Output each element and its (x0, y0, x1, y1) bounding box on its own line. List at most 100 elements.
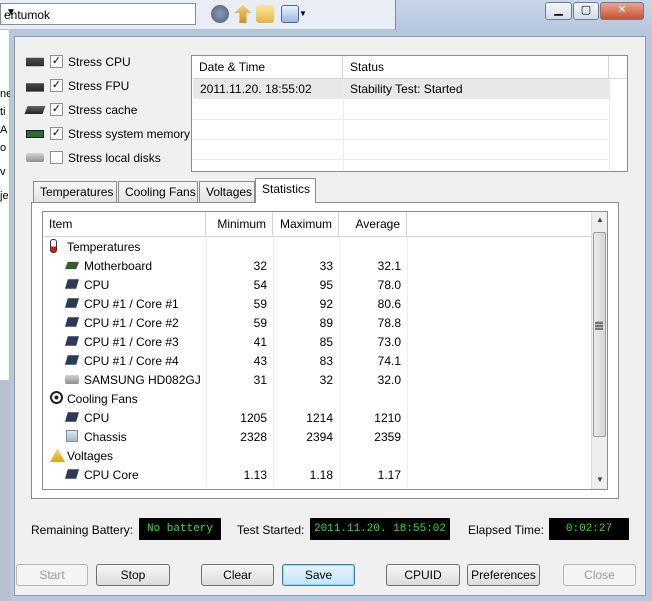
hard-disk-icon (65, 375, 79, 384)
scrollbar-grip-icon: ▬ ▬ ▬ (595, 317, 603, 332)
chevron-down-icon[interactable]: ▼ (4, 7, 18, 21)
log-header-datetime[interactable]: Date & Time (192, 56, 343, 79)
scroll-down-arrow-icon[interactable]: ▼ (592, 472, 608, 488)
save-button[interactable]: Save (282, 564, 355, 586)
stats-item-label: CPU Core (84, 468, 139, 482)
stats-group-label: Temperatures (67, 240, 141, 254)
stats-item-row[interactable]: Chassis 2328 2394 2359 (43, 427, 593, 446)
cpu-icon (65, 412, 79, 422)
close-button[interactable]: Close (563, 564, 636, 586)
stats-avg-value: 73.0 (377, 335, 401, 349)
memory-module-icon (26, 130, 44, 138)
stats-header-maximum[interactable]: Maximum (273, 212, 339, 237)
close-window-button[interactable]: ✕ (600, 2, 644, 20)
stats-group-row[interactable]: Temperatures (43, 237, 593, 256)
maximize-button[interactable]: ▢ (573, 2, 599, 20)
stress-fpu-option[interactable]: ✓ Stress FPU (26, 77, 196, 97)
background-desktop-area (0, 380, 10, 601)
stats-max-value: 83 (319, 354, 333, 368)
stress-memory-option[interactable]: ✓ Stress system memory (26, 125, 196, 145)
window-titlebar[interactable]: ▁ ▢ ✕ (395, 0, 652, 30)
stress-memory-checkbox[interactable]: ✓ (50, 127, 63, 140)
stats-group-row[interactable]: Voltages (43, 446, 593, 465)
tab-voltages[interactable]: Voltages (199, 181, 255, 202)
background-sidebar-text: o (0, 142, 7, 154)
stress-cache-label: Stress cache (68, 103, 138, 117)
stats-item-row[interactable]: CPU #1 / Core #1 59 92 80.6 (43, 294, 593, 313)
stress-fpu-label: Stress FPU (68, 79, 130, 93)
stats-item-row[interactable]: CPU Core 1.13 1.18 1.17 (43, 465, 593, 484)
stats-max-value: 1214 (306, 411, 333, 425)
stress-disks-option[interactable]: Stress local disks (26, 149, 196, 169)
view-menu-icon[interactable] (281, 5, 299, 23)
stats-avg-value: 80.6 (377, 297, 401, 311)
stress-cpu-checkbox[interactable]: ✓ (50, 55, 63, 68)
stats-max-value: 1.18 (309, 468, 333, 482)
event-log-list[interactable]: Date & Time Status 2011.11.20. 18:55:02 … (191, 55, 628, 172)
stress-disks-label: Stress local disks (68, 151, 161, 165)
stats-min-value: 1205 (240, 411, 267, 425)
new-folder-icon[interactable] (256, 5, 274, 23)
view-dropdown-icon[interactable]: ▼ (299, 9, 307, 18)
cpu-icon (65, 317, 79, 327)
stats-item-label: CPU (84, 411, 110, 425)
elapsed-time-label: Elapsed Time: (468, 523, 545, 537)
motherboard-icon (65, 261, 79, 270)
log-row-divider (192, 159, 608, 160)
stress-cache-checkbox[interactable]: ✓ (50, 103, 63, 116)
background-sidebar-text: A (0, 124, 8, 136)
elapsed-time-display: 0:02:27 (549, 518, 629, 540)
log-header-status[interactable]: Status (343, 56, 609, 79)
test-started-display: 2011.11.20. 18:55:02 (310, 518, 450, 540)
stats-header-minimum[interactable]: Minimum (206, 212, 273, 237)
log-header-filler (609, 56, 627, 79)
cpuid-button[interactable]: CPUID (386, 564, 460, 586)
stats-item-row[interactable]: CPU #1 / Core #2 59 89 78.8 (43, 313, 593, 332)
preferences-button[interactable]: Preferences (467, 564, 540, 586)
stress-cpu-option[interactable]: ✓ Stress CPU (26, 53, 196, 73)
test-started-label: Test Started: (237, 523, 305, 537)
minimize-button[interactable]: ▁ (545, 2, 572, 20)
thermometer-icon (50, 239, 57, 253)
hard-disk-icon (26, 153, 44, 162)
stats-item-row[interactable]: CPU 54 95 78.0 (43, 275, 593, 294)
tab-temperatures[interactable]: Temperatures (33, 181, 117, 202)
stats-item-row[interactable]: CPU 1205 1214 1210 (43, 408, 593, 427)
back-arrow-icon[interactable] (211, 5, 229, 23)
tab-cooling-fans[interactable]: Cooling Fans (118, 181, 198, 202)
background-address-bar[interactable]: entumok ▼ (0, 3, 196, 25)
stats-item-row[interactable]: CPU #1 / Core #3 41 85 73.0 (43, 332, 593, 351)
stats-header-average[interactable]: Average (339, 212, 407, 237)
stats-min-value: 59 (253, 316, 267, 330)
stats-vertical-scrollbar[interactable]: ▲ ▬ ▬ ▬ ▼ (591, 212, 607, 489)
stats-min-value: 59 (253, 297, 267, 311)
stats-group-row[interactable]: Cooling Fans (43, 389, 593, 408)
stats-item-row[interactable]: CPU #1 / Core #4 43 83 74.1 (43, 351, 593, 370)
stats-max-value: 92 (319, 297, 333, 311)
scroll-up-arrow-icon[interactable]: ▲ (592, 212, 608, 228)
stress-memory-label: Stress system memory (68, 127, 191, 141)
cpu-icon (65, 355, 79, 365)
stats-item-row[interactable]: Motherboard 32 33 32.1 (43, 256, 593, 275)
start-button[interactable]: Start (16, 564, 88, 586)
stats-item-label: Chassis (84, 430, 127, 444)
stats-min-value: 54 (253, 278, 267, 292)
stats-min-value: 41 (253, 335, 267, 349)
cpu-icon (65, 336, 79, 346)
up-folder-icon[interactable] (234, 5, 252, 23)
stress-disks-checkbox[interactable] (50, 151, 63, 164)
stress-fpu-checkbox[interactable]: ✓ (50, 79, 63, 92)
log-column-divider (609, 79, 610, 171)
statistics-table[interactable]: Item Minimum Maximum Average Temperature… (42, 211, 608, 490)
clear-button[interactable]: Clear (201, 564, 274, 586)
tab-statistics[interactable]: Statistics (255, 178, 316, 203)
background-sidebar-text: je (0, 190, 9, 202)
log-row[interactable]: 2011.11.20. 18:55:02 Stability Test: Sta… (193, 79, 609, 99)
stats-header-item[interactable]: Item (43, 212, 206, 237)
scrollbar-thumb[interactable] (593, 232, 606, 437)
stats-min-value: 1.13 (243, 468, 267, 482)
stress-cache-option[interactable]: ✓ Stress cache (24, 101, 196, 121)
stats-group-label: Cooling Fans (67, 392, 138, 406)
stop-button[interactable]: Stop (96, 564, 170, 586)
stats-item-row[interactable]: SAMSUNG HD082GJ 31 32 32.0 (43, 370, 593, 389)
